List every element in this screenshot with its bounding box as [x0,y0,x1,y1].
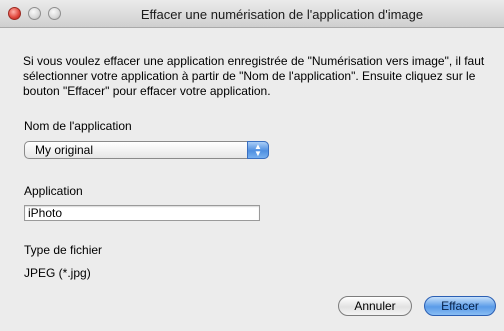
dialog-content: Si vous voulez effacer une application e… [0,28,504,331]
updown-arrows-icon[interactable]: ▲ ▼ [247,141,269,159]
application-label: Application [24,184,83,198]
app-name-select[interactable]: My original ▲ ▼ [24,141,269,159]
delete-button[interactable]: Effacer [424,296,496,316]
cancel-button[interactable]: Annuler [338,296,412,316]
file-type-label: Type de fichier [24,243,103,257]
minimize-icon[interactable] [28,7,41,20]
title-bar[interactable]: Effacer une numérisation de l'applicatio… [0,0,504,28]
application-field[interactable]: iPhoto [24,205,260,221]
app-name-label: Nom de l'application [24,119,132,133]
dialog-window: Effacer une numérisation de l'applicatio… [0,0,504,331]
app-name-selected-value: My original [35,143,94,157]
file-type-value: JPEG (*.jpg) [24,266,91,280]
description-text: Si vous voulez effacer une application e… [23,54,485,98]
zoom-icon[interactable] [48,7,61,20]
close-icon[interactable] [8,7,21,20]
window-title: Effacer une numérisation de l'applicatio… [140,7,424,22]
